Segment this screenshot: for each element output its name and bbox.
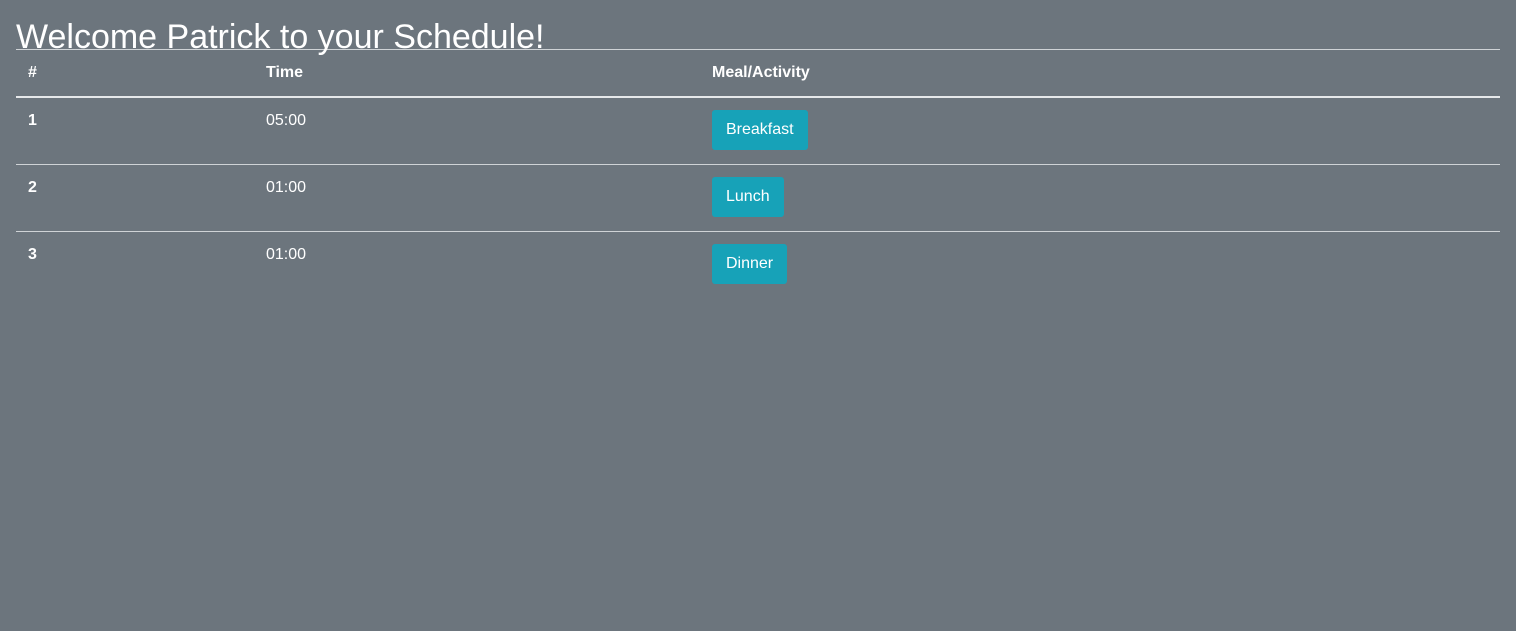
page-container: Welcome Patrick to your Schedule! # Time…: [0, 0, 1516, 298]
schedule-table: # Time Meal/Activity 1 05:00 Breakfast 2…: [16, 49, 1500, 298]
row-time: 05:00: [254, 97, 700, 165]
row-number: 2: [16, 164, 254, 232]
table-row: 2 01:00 Lunch: [16, 164, 1500, 232]
dinner-button[interactable]: Dinner: [712, 244, 788, 284]
table-row: 1 05:00 Breakfast: [16, 97, 1500, 165]
row-time: 01:00: [266, 246, 307, 263]
lunch-button[interactable]: Lunch: [712, 177, 784, 217]
row-number: 3: [28, 246, 37, 263]
header-meal-activity: Meal/Activity: [700, 49, 1500, 98]
breakfast-button[interactable]: Breakfast: [712, 110, 808, 150]
row-activity-cell: Dinner: [700, 232, 1500, 299]
row-time: 01:00: [254, 164, 700, 232]
table-row: 3 01:00 Dinner: [16, 232, 1500, 299]
row-activity-cell: Breakfast: [700, 97, 1500, 165]
table-body: 1 05:00 Breakfast 2 01:00 Lunch 3 01:00 …: [16, 97, 1500, 298]
row-number: 1: [16, 97, 254, 165]
row-activity-cell: Lunch: [700, 164, 1500, 232]
page-title: Welcome Patrick to your Schedule!: [16, 18, 545, 56]
